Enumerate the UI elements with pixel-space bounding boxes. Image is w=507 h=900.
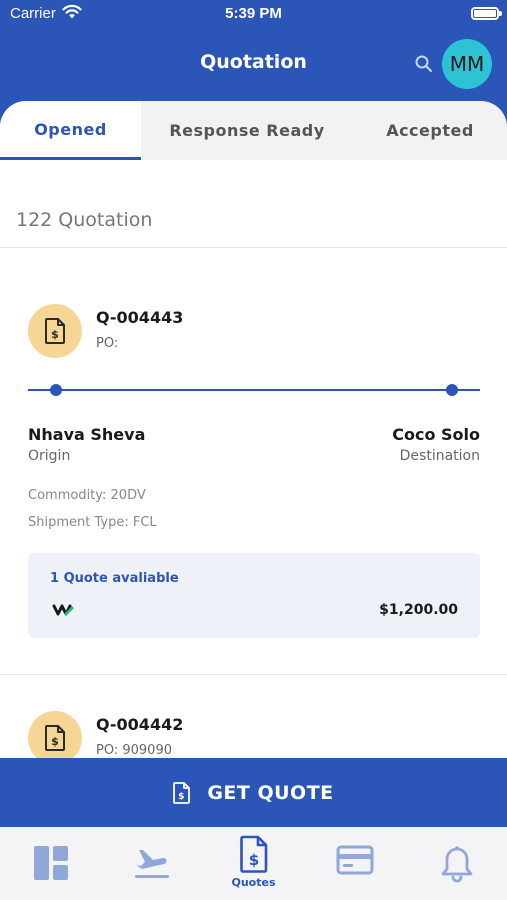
divider [0, 247, 507, 248]
nav-notifications[interactable] [406, 827, 507, 900]
get-quote-label: GET QUOTE [207, 781, 334, 804]
divider [0, 674, 507, 675]
tab-accepted[interactable]: Accepted [353, 101, 507, 160]
quotation-count: 122 Quotation [16, 209, 153, 231]
svg-text:$: $ [51, 735, 59, 748]
svg-text:$: $ [51, 328, 59, 341]
quote-document-icon: $ [239, 835, 267, 873]
tab-response-ready[interactable]: Response Ready [141, 101, 353, 160]
quote-available-box[interactable]: 1 Quote avaliable $1,200.00 [28, 553, 480, 638]
quote-available-label: 1 Quote avaliable [50, 571, 179, 586]
bell-icon [441, 846, 472, 883]
tab-opened[interactable]: Opened [0, 101, 141, 160]
destination-city: Coco Solo [392, 425, 480, 444]
battery-icon [471, 7, 502, 20]
search-icon[interactable] [414, 54, 434, 74]
route-line [28, 389, 480, 391]
bottom-nav: $ Quotes [0, 827, 507, 900]
nav-payments[interactable] [304, 827, 405, 900]
commodity: Commodity: 20DV [28, 488, 146, 503]
get-quote-button[interactable]: $ GET QUOTE [0, 758, 507, 827]
destination-label: Destination [399, 448, 480, 464]
po-number: PO: [96, 336, 119, 351]
nav-quotes-label: Quotes [231, 876, 276, 889]
quote-price: $1,200.00 [379, 602, 458, 618]
po-number: PO: 909090 [96, 743, 172, 758]
quote-document-icon: $ [28, 304, 82, 358]
nav-quotes[interactable]: $ Quotes [203, 827, 304, 900]
quote-document-icon: $ [173, 781, 191, 804]
nav-dashboard[interactable] [0, 827, 101, 900]
quote-id: Q-004443 [96, 308, 184, 327]
nav-flights[interactable] [101, 827, 202, 900]
svg-text:$: $ [248, 851, 258, 869]
tab-bar: Opened Response Ready Accepted [0, 101, 507, 160]
quote-id: Q-004442 [96, 715, 184, 734]
origin-city: Nhava Sheva [28, 425, 146, 444]
svg-text:$: $ [178, 792, 185, 802]
flight-departure-icon [134, 850, 169, 878]
avatar[interactable]: MM [442, 39, 492, 89]
status-time: 5:39 PM [225, 5, 282, 22]
quote-document-icon: $ [28, 711, 82, 765]
origin-dot [50, 384, 62, 396]
app-header: Carrier 5:39 PM Quotation MM Opened Resp… [0, 0, 507, 160]
shipment-type: Shipment Type: FCL [28, 515, 157, 530]
carrier-logo-icon [52, 604, 74, 616]
status-bar: Carrier 5:39 PM [0, 0, 507, 28]
dashboard-icon [33, 846, 68, 880]
credit-card-icon [336, 845, 373, 875]
destination-dot [446, 384, 458, 396]
origin-label: Origin [28, 448, 71, 464]
